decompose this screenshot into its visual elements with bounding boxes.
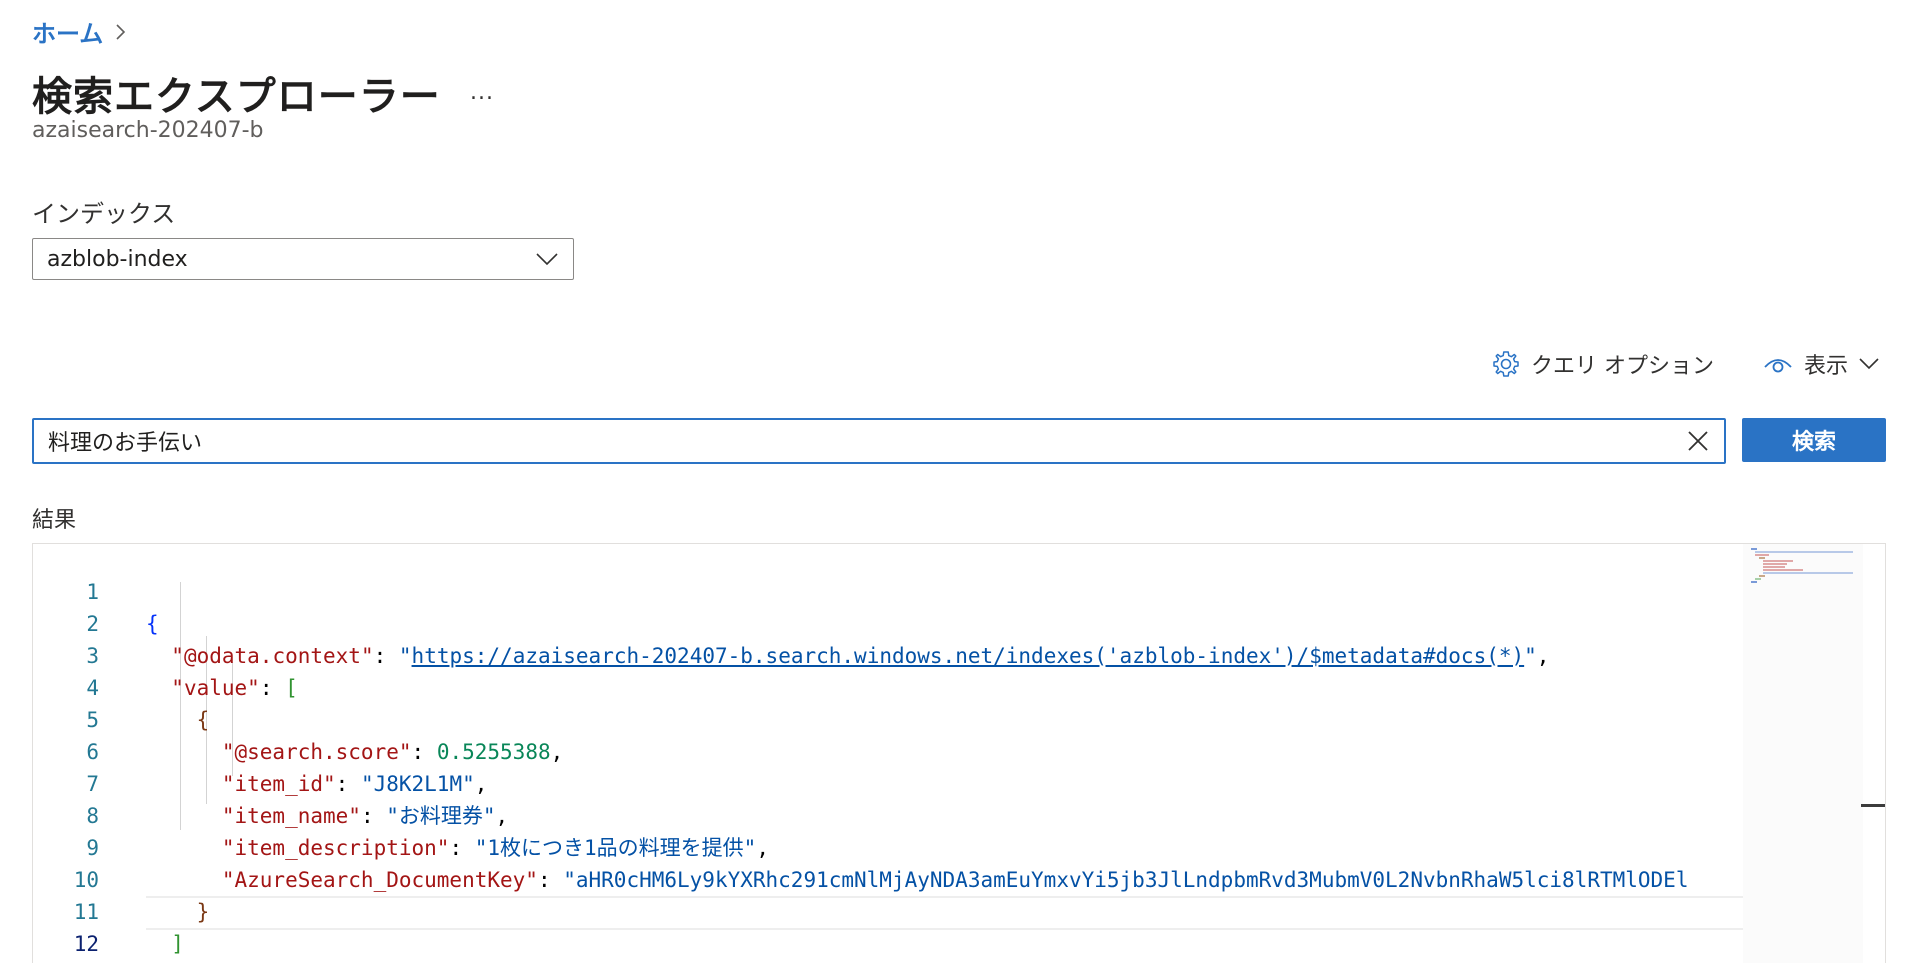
scrollbar-position-marker (1861, 804, 1885, 807)
chevron-down-icon (1859, 358, 1879, 370)
eye-icon (1764, 359, 1792, 373)
search-button[interactable]: 検索 (1742, 418, 1886, 462)
code-line: 9 "AzureSearch_DocumentKey": "aHR0cHM6Ly… (33, 800, 1743, 892)
clear-search-button[interactable] (1684, 427, 1712, 455)
breadcrumb-home-link[interactable]: ホーム (32, 14, 103, 49)
index-label: インデックス (32, 200, 176, 228)
code-line: 3 "value": [ (33, 608, 1743, 700)
code-line: 7 "item_name": "お料理券", (33, 736, 1743, 828)
view-dropdown-button[interactable]: 表示 (1762, 348, 1880, 380)
query-options-label: クエリ オプション (1530, 354, 1714, 379)
code-line: 10 } (33, 832, 1743, 924)
minimap[interactable] (1743, 544, 1863, 963)
close-icon (1688, 431, 1708, 451)
code-area[interactable]: 1 { 2 "@odata.context": "https://azaisea… (33, 544, 1743, 963)
index-dropdown-value: azblob-index (47, 246, 188, 272)
code-line: 1 { (33, 544, 1743, 636)
chevron-right-icon (116, 23, 126, 40)
chevron-down-icon (536, 253, 558, 266)
index-dropdown[interactable]: azblob-index (32, 238, 574, 280)
code-line: 2 "@odata.context": "https://azaisearch-… (33, 576, 1743, 668)
code-line: 11 ] (33, 864, 1743, 956)
results-json-editor[interactable]: 1 { 2 "@odata.context": "https://azaisea… (32, 543, 1886, 963)
code-line: 6 "item_id": "J8K2L1M", (33, 704, 1743, 796)
query-options-button[interactable]: クエリ オプション (1491, 348, 1714, 380)
page-title: 検索エクスプローラー (32, 74, 441, 120)
search-box (32, 418, 1726, 464)
code-line: 5 "@search.score": 0.5255388, (33, 672, 1743, 764)
code-line: 12 } (33, 896, 1743, 956)
search-input[interactable] (46, 427, 1684, 455)
results-toolbar: クエリ オプション 表示 (1491, 348, 1880, 380)
json-bracket: ] (171, 932, 184, 956)
view-label: 表示 (1803, 354, 1848, 379)
results-label: 結果 (32, 508, 77, 533)
line-number: 12 (73, 932, 99, 956)
breadcrumb: ホーム (32, 14, 127, 49)
code-line: 4 { (33, 640, 1743, 732)
code-line: 8 "item_description": "1枚につき1品の料理を提供", (33, 768, 1743, 860)
more-options-button[interactable]: ... (470, 80, 494, 105)
gear-icon (1493, 351, 1519, 377)
page-subtitle: azaisearch-202407-b (32, 118, 264, 143)
